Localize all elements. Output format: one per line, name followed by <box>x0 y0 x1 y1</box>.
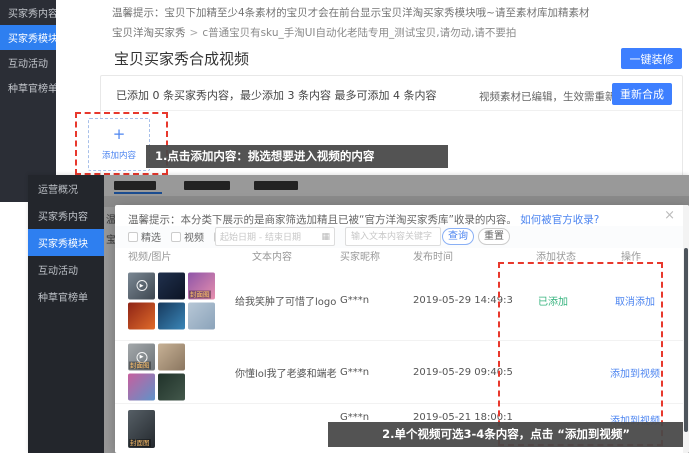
cell-time: 2019-05-29 09:40:57 <box>413 341 513 403</box>
content-thumbnail[interactable] <box>128 302 155 329</box>
annotation-step2: 2.单个视频可选3-4条内容，点击 “添加到视频” <box>328 422 684 447</box>
filter-checkbox-视频[interactable]: 视频 <box>171 229 204 244</box>
screen: 买家秀内容买家秀模块互动活动种草官榜单 温馨提示：宝贝下加精至少4条素材的宝贝才… <box>0 0 689 453</box>
content-thumbnail[interactable] <box>158 374 185 401</box>
cover-badge: 封面图 <box>129 362 151 370</box>
thumbnail-grid: ▶封面图 <box>128 344 185 401</box>
cell-time: 2019-05-29 14:49:37 <box>413 261 513 340</box>
sidebar-item-买家秀模块[interactable]: 买家秀模块 <box>28 229 104 256</box>
sidebar-item-互动活动[interactable]: 互动活动 <box>28 256 104 283</box>
filter-bar: 精选视频置顶 起始日期 - 结束日期 ▦ 查询 重置 <box>115 226 689 248</box>
reset-button[interactable]: 重置 <box>478 228 510 245</box>
status-badge: 已添加 <box>508 261 598 340</box>
divider <box>101 110 682 111</box>
thumbnail-grid: 封面图 <box>128 410 155 448</box>
table-header: 视频/图片文本内容买家昵称发布时间添加状态操作 <box>115 248 689 261</box>
page-tip: 温馨提示：宝贝下加精至少4条素材的宝贝才会在前台显示宝贝洋淘买家秀模块哦~请至素… <box>112 5 678 20</box>
checkbox-label: 视频 <box>184 229 204 244</box>
close-icon[interactable]: × <box>664 208 675 223</box>
checkbox-label: 精选 <box>141 229 161 244</box>
content-thumbnail[interactable] <box>158 302 185 329</box>
annotation-step1: 1.点击添加内容：挑选想要进入视频的内容 <box>146 145 448 168</box>
content-thumbnail[interactable] <box>158 272 185 299</box>
official-include-link[interactable]: 如何被官方收录? <box>520 214 599 226</box>
action-link[interactable]: 添加到视频 <box>593 341 677 403</box>
sidebar-item-运营概况[interactable]: 运营概况 <box>28 175 104 202</box>
query-button[interactable]: 查询 <box>442 228 474 245</box>
compose-video-card: 已添加 0 条买家秀内容，最少添加 3 条内容 最多可添加 4 条内容 视频素材… <box>100 75 683 187</box>
recompose-button[interactable]: 重新合成 <box>612 83 672 105</box>
modal-tip-text: 温馨提示：本分类下展示的是商家筛选加精且已被“官方洋淘买家秀库”收录的内容。 <box>128 214 517 226</box>
checkbox-icon <box>128 232 138 242</box>
action-link[interactable]: 取消添加 <box>593 261 677 340</box>
thumbnail-grid: ▶ 封面图 <box>128 272 215 329</box>
page-title: 宝贝买家秀合成视频 <box>114 48 249 69</box>
content-thumbnail[interactable]: ▶ <box>128 272 155 299</box>
cover-badge: 封面图 <box>189 290 211 298</box>
sidebar-main: 买家秀内容买家秀模块互动活动种草官榜单 <box>0 0 56 202</box>
content-thumbnail[interactable] <box>188 302 215 329</box>
search-input[interactable] <box>345 227 441 246</box>
cell-nick: G***n <box>340 341 410 403</box>
modal-scrollbar <box>683 205 689 453</box>
sidebar-item-买家秀模块[interactable]: 买家秀模块 <box>0 25 56 50</box>
content-thumbnail[interactable] <box>128 374 155 401</box>
checkbox-icon <box>171 232 181 242</box>
sidebar-item-互动活动[interactable]: 互动活动 <box>0 50 56 75</box>
add-content-label: 添加内容 <box>89 149 149 161</box>
modal-tip: 温馨提示：本分类下展示的是商家筛选加精且已被“官方洋淘买家秀库”收录的内容。 如… <box>128 212 668 227</box>
filter-checkbox-精选[interactable]: 精选 <box>128 229 161 244</box>
sidebar-item-种草官榜单[interactable]: 种草官榜单 <box>0 75 56 100</box>
table-row: ▶ 封面图 给我笑肿了可惜了logo晒靴G***n2019-05-29 14:49:… <box>115 261 683 340</box>
calendar-icon: ▦ <box>321 232 330 242</box>
content-thumbnail[interactable] <box>158 344 185 371</box>
one-key-decorate-button[interactable]: 一键装修 <box>621 48 682 69</box>
breadcrumb: 宝贝洋淘买家秀 >c普通宝贝有sku_手淘UI自动化老陆专用_测试宝贝,请勿动,请… <box>112 25 678 40</box>
cell-text: 给我笑肿了可惜了logo晒靴 <box>235 261 337 340</box>
table-row: ▶封面图 你懂lol我了老婆和端老G***n2019-05-29 09:40:57… <box>115 340 683 403</box>
sidebar-item-买家秀内容[interactable]: 买家秀内容 <box>0 0 56 25</box>
content-thumbnail[interactable]: ▶封面图 <box>128 344 155 371</box>
breadcrumb-current: c普通宝贝有sku_手淘UI自动化老陆专用_测试宝贝,请勿动,请不要拍 <box>202 27 516 39</box>
add-content-tile[interactable]: + 添加内容 <box>88 118 150 171</box>
cover-badge: 封面图 <box>129 439 151 447</box>
breadcrumb-root[interactable]: 宝贝洋淘买家秀 <box>112 27 186 39</box>
cell-nick: G***n <box>340 261 410 340</box>
date-range-input[interactable]: 起始日期 - 结束日期 ▦ <box>215 227 335 246</box>
added-count-info: 已添加 0 条买家秀内容，最少添加 3 条内容 最多可添加 4 条内容 <box>116 87 436 103</box>
play-icon: ▶ <box>136 280 147 291</box>
scrollbar-thumb[interactable] <box>684 248 688 432</box>
select-content-modal: × 温馨提示：本分类下展示的是商家筛选加精且已被“官方洋淘买家秀库”收录的内容。… <box>115 205 689 453</box>
sidebar-background: 运营概况买家秀内容买家秀模块互动活动种草官榜单 <box>28 175 104 453</box>
sidebar-item-种草官榜单[interactable]: 种草官榜单 <box>28 283 104 310</box>
sidebar-item-买家秀内容[interactable]: 买家秀内容 <box>28 202 104 229</box>
breadcrumb-separator: > <box>190 27 199 39</box>
content-thumbnail[interactable]: 封面图 <box>188 272 215 299</box>
plus-icon: + <box>89 119 149 149</box>
cell-text: 你懂lol我了老婆和端老 <box>235 341 337 403</box>
date-placeholder: 起始日期 - 结束日期 <box>220 230 321 243</box>
content-thumbnail[interactable]: 封面图 <box>128 410 155 448</box>
